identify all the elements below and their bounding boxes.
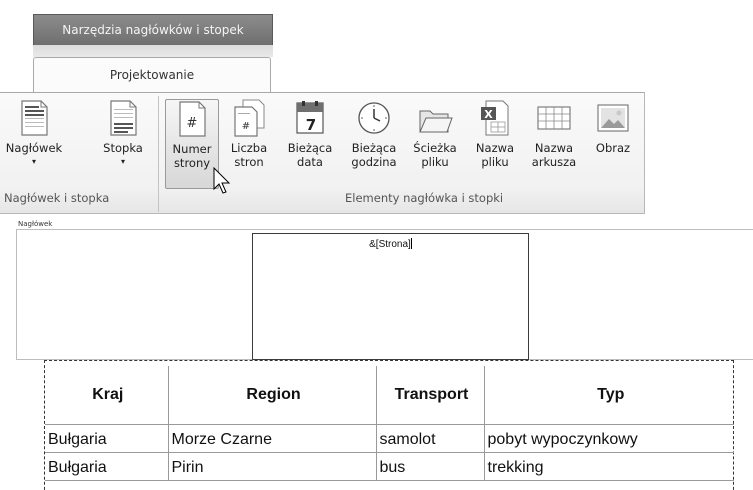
sheet-name-button[interactable]: Nazwa arkusza bbox=[526, 99, 582, 189]
sheet-name-label-2: arkusza bbox=[531, 155, 577, 169]
header-field-code-wrap: &[Strona] bbox=[253, 238, 528, 250]
cell[interactable]: samolot bbox=[376, 424, 485, 453]
file-path-button[interactable]: Ścieżka pliku bbox=[407, 99, 463, 189]
data-table: Kraj Region Transport Typ Bułgaria Morze… bbox=[45, 366, 734, 481]
page-number-label-1: Numer bbox=[172, 142, 212, 156]
sheet-name-label-1: Nazwa bbox=[534, 141, 574, 155]
column-header-region[interactable]: Region bbox=[168, 366, 377, 425]
column-header-kraj[interactable]: Kraj bbox=[45, 366, 169, 425]
current-time-label-1: Bieżąca bbox=[351, 141, 397, 155]
chevron-down-icon: ▾ bbox=[120, 157, 125, 166]
page-count-button[interactable]: # Liczba stron bbox=[224, 99, 274, 189]
file-name-label-1: Nazwa bbox=[475, 141, 515, 155]
folder-icon bbox=[419, 110, 453, 133]
page-count-label-1: Liczba bbox=[230, 141, 268, 155]
cell[interactable]: Bułgaria bbox=[45, 424, 169, 453]
current-date-label-1: Bieżąca bbox=[287, 141, 333, 155]
header-section-label: Nagłówek bbox=[18, 220, 53, 228]
footer-button[interactable]: Stopka ▾ bbox=[94, 99, 152, 189]
table-header-row: Kraj Region Transport Typ bbox=[45, 366, 734, 425]
mouse-pointer-icon bbox=[213, 167, 231, 194]
picture-button[interactable]: Obraz bbox=[589, 99, 637, 189]
header-page-icon bbox=[21, 100, 48, 136]
svg-text:X: X bbox=[484, 108, 493, 121]
group-label-naglowek-i-stopka: Nagłówek i stopka bbox=[4, 191, 110, 205]
page-number-label-2: strony bbox=[173, 156, 211, 170]
footer-button-label: Stopka bbox=[103, 141, 143, 155]
calendar-icon: 7 bbox=[296, 101, 324, 134]
file-path-label-1: Ścieżka bbox=[413, 141, 457, 155]
tab-projektowanie[interactable]: Projektowanie bbox=[33, 57, 271, 93]
cell[interactable]: pobyt wypoczynkowy bbox=[484, 424, 734, 453]
current-date-button[interactable]: 7 Bieżąca data bbox=[282, 99, 338, 189]
excel-file-icon: X bbox=[481, 100, 509, 136]
contextual-tab-strip bbox=[33, 45, 273, 57]
clock-icon bbox=[358, 102, 390, 134]
svg-text:7: 7 bbox=[306, 116, 316, 134]
file-name-button[interactable]: X Nazwa pliku bbox=[470, 99, 520, 189]
current-date-label-2: data bbox=[297, 155, 323, 169]
header-button-label: Nagłówek bbox=[5, 141, 63, 155]
current-time-button[interactable]: Bieżąca godzina bbox=[344, 99, 404, 189]
text-caret bbox=[410, 238, 412, 249]
table-row: Bułgaria Morze Czarne samolot pobyt wypo… bbox=[45, 424, 734, 453]
cell[interactable]: Bułgaria bbox=[45, 452, 169, 481]
svg-text:#: # bbox=[187, 116, 198, 131]
current-time-label-2: godzina bbox=[351, 155, 397, 169]
svg-text:#: # bbox=[242, 121, 250, 132]
cell[interactable]: bus bbox=[376, 452, 485, 481]
chevron-down-icon: ▾ bbox=[31, 157, 36, 166]
picture-label: Obraz bbox=[595, 141, 631, 155]
header-center-section[interactable]: &[Strona] bbox=[252, 233, 529, 360]
header-field-code: &[Strona] bbox=[369, 239, 411, 250]
file-path-label-2: pliku bbox=[421, 155, 449, 169]
contextual-tab-title: Narzędzia nagłówków i stopek bbox=[33, 14, 273, 45]
file-name-label-2: pliku bbox=[481, 155, 509, 169]
column-header-transport[interactable]: Transport bbox=[376, 366, 485, 425]
cell[interactable]: Pirin bbox=[168, 452, 377, 481]
page-number-icon: # bbox=[179, 101, 206, 137]
header-button[interactable]: Nagłówek ▾ bbox=[2, 99, 66, 189]
picture-icon bbox=[597, 104, 629, 132]
cell[interactable]: Morze Czarne bbox=[168, 424, 377, 453]
column-header-typ[interactable]: Typ bbox=[484, 366, 734, 425]
page-count-icon: # bbox=[234, 99, 265, 137]
cell[interactable]: trekking bbox=[484, 452, 734, 481]
group-label-elementy: Elementy nagłówka i stopki bbox=[345, 191, 504, 205]
sheet-grid-icon bbox=[537, 106, 571, 130]
footer-page-icon bbox=[110, 100, 137, 136]
group-separator bbox=[158, 96, 159, 212]
page-number-button[interactable]: # Numer strony bbox=[165, 99, 219, 189]
page-count-label-2: stron bbox=[234, 155, 264, 169]
table-row: Bułgaria Pirin bus trekking bbox=[45, 452, 734, 481]
